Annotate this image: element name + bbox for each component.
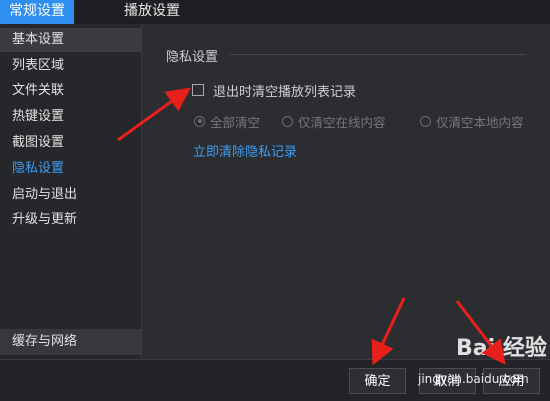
privacy-settings-panel: 隐私设置 退出时清空播放列表记录 全部清空 仅清空在线内容 仅清空本地内容 立即… bbox=[142, 24, 550, 359]
clear-on-exit-label: 退出时清空播放列表记录 bbox=[213, 84, 357, 100]
radio-clear-local[interactable]: 仅清空本地内容 bbox=[420, 112, 524, 130]
sidebar-item-screenshot[interactable]: 截图设置 bbox=[0, 131, 141, 155]
radio-clear-online-label: 仅清空在线内容 bbox=[298, 114, 386, 130]
section-divider bbox=[230, 54, 526, 55]
sidebar-item-privacy[interactable]: 隐私设置 bbox=[0, 157, 141, 181]
radio-clear-all-button[interactable] bbox=[194, 115, 205, 127]
radio-clear-all-label: 全部清空 bbox=[210, 114, 261, 130]
tab-general-settings[interactable]: 常规设置 bbox=[0, 0, 74, 24]
radio-clear-online-button[interactable] bbox=[282, 115, 293, 127]
clear-privacy-now-link[interactable]: 立即清除隐私记录 bbox=[193, 141, 297, 160]
cancel-button[interactable]: 取消 bbox=[419, 368, 476, 394]
tab-bar: 常规设置 播放设置 bbox=[0, 0, 550, 24]
clear-on-exit-checkbox[interactable] bbox=[192, 84, 204, 96]
dialog-footer: 确定 取消 应用 bbox=[0, 359, 550, 401]
apply-button[interactable]: 应用 bbox=[483, 368, 540, 394]
sidebar-item-list-area[interactable]: 列表区域 bbox=[0, 54, 141, 78]
section-title: 隐私设置 bbox=[166, 50, 219, 65]
sidebar-item-upgrade[interactable]: 升级与更新 bbox=[0, 208, 141, 232]
sidebar-item-cache-network[interactable]: 缓存与网络 bbox=[0, 329, 141, 355]
sidebar-item-file-association[interactable]: 文件关联 bbox=[0, 79, 141, 103]
sidebar-item-basic[interactable]: 基本设置 bbox=[0, 28, 141, 52]
clear-on-exit-option[interactable]: 退出时清空播放列表记录 bbox=[192, 81, 357, 100]
radio-clear-local-button[interactable] bbox=[420, 115, 431, 127]
sidebar-item-startup-exit[interactable]: 启动与退出 bbox=[0, 183, 141, 207]
tab-playback-settings[interactable]: 播放设置 bbox=[110, 0, 194, 24]
radio-clear-all[interactable]: 全部清空 bbox=[194, 112, 260, 130]
sidebar-item-hotkeys[interactable]: 热键设置 bbox=[0, 105, 141, 129]
radio-clear-online[interactable]: 仅清空在线内容 bbox=[282, 112, 386, 130]
sidebar: 基本设置 列表区域 文件关联 热键设置 截图设置 隐私设置 启动与退出 升级与更… bbox=[0, 24, 142, 359]
ok-button[interactable]: 确定 bbox=[349, 368, 406, 394]
radio-clear-local-label: 仅清空本地内容 bbox=[436, 114, 524, 130]
